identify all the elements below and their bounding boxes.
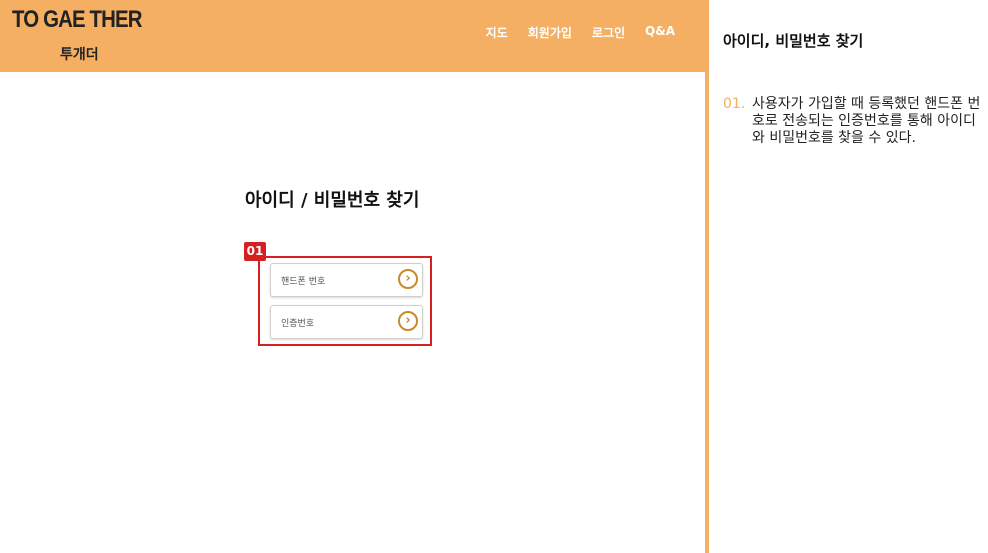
phone-number-field[interactable]: 핸드폰 번호 › <box>270 263 423 297</box>
panel-title: 아이디, 비밀번호 찾기 <box>723 32 864 50</box>
verification-code-field[interactable]: 인증번호 › <box>270 305 423 339</box>
nav-qna[interactable]: Q&A <box>645 24 675 41</box>
top-nav: 지도 회원가입 로그인 Q&A <box>486 24 675 41</box>
nav-map[interactable]: 지도 <box>486 24 508 41</box>
brand-title[interactable]: TO GAE THER <box>12 6 143 34</box>
chevron-right-icon[interactable]: › <box>398 269 418 289</box>
note-number: 01. <box>723 96 746 112</box>
app-mockup: TO GAE THER 투개더 지도 회원가입 로그인 Q&A 아이디 / 비밀… <box>0 0 705 553</box>
header: TO GAE THER 투개더 지도 회원가입 로그인 Q&A <box>0 0 705 72</box>
phone-number-placeholder: 핸드폰 번호 <box>281 277 326 287</box>
verification-code-placeholder: 인증번호 <box>281 319 315 329</box>
nav-login[interactable]: 로그인 <box>592 24 625 41</box>
chevron-right-icon[interactable]: › <box>398 311 418 331</box>
annotation-badge: 01 <box>244 242 266 261</box>
page-title: 아이디 / 비밀번호 찾기 <box>245 190 420 211</box>
note-text: 사용자가 가입할 때 등록했던 핸드폰 번호로 전송되는 인증번호를 통해 아이… <box>752 96 981 146</box>
description-panel: 아이디, 비밀번호 찾기 01. 사용자가 가입할 때 등록했던 핸드폰 번호로… <box>709 0 988 553</box>
nav-signup[interactable]: 회원가입 <box>528 24 572 41</box>
brand-subtitle: 투개더 <box>60 47 99 63</box>
note-item: 01. 사용자가 가입할 때 등록했던 핸드폰 번호로 전송되는 인증번호를 통… <box>723 96 985 147</box>
